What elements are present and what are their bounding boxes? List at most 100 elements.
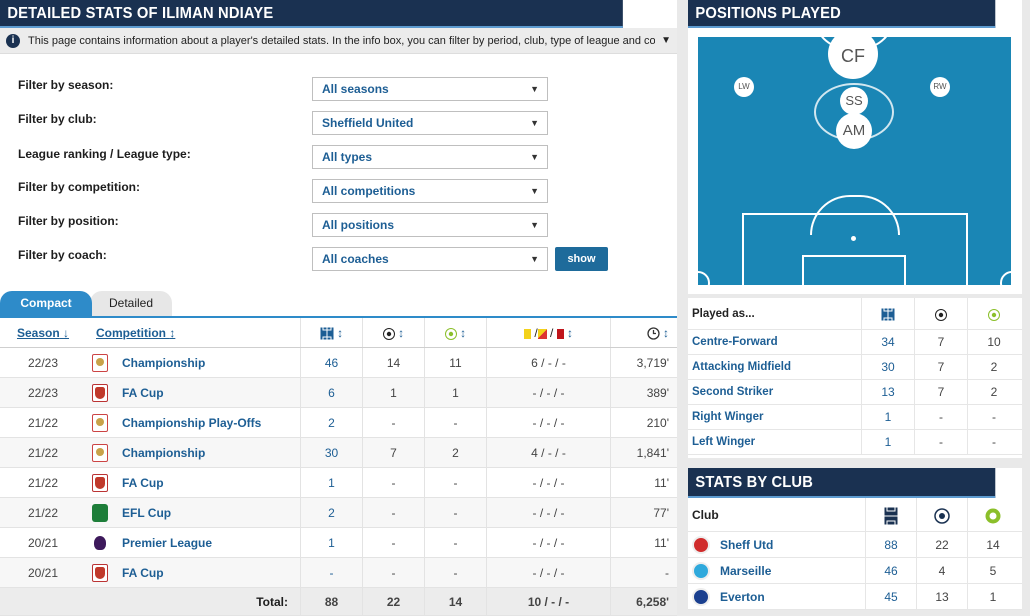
position-lw-badge: LW — [734, 77, 754, 97]
pitch-diagram: CF LW RW SS AM — [698, 37, 1011, 285]
tab-compact[interactable]: Compact — [0, 291, 92, 316]
apps-cell[interactable]: 2 — [300, 408, 362, 437]
position-name-link[interactable]: Centre-Forward — [688, 336, 861, 348]
competition-link[interactable]: EFL Cup — [122, 506, 171, 520]
position-name-link[interactable]: Right Winger — [688, 411, 861, 423]
apps-cell[interactable]: 30 — [300, 438, 362, 467]
fa-cup-logo-icon — [92, 383, 108, 402]
club-name-link[interactable]: Marseille — [688, 561, 865, 580]
season-cell: 21/22 — [27, 445, 59, 460]
apps-cell[interactable]: 1 — [300, 528, 362, 557]
filter-coach-value: All coaches — [322, 252, 389, 266]
appearances-header[interactable]: ↕ — [300, 318, 362, 347]
pitch-goal-box — [802, 255, 906, 285]
detailed-stats-panel: DETAILED STATS OF ILIMAN NDIAYE i This p… — [0, 0, 677, 616]
filter-season-value: All seasons — [322, 82, 389, 96]
chevron-down-icon: ▼ — [530, 186, 539, 196]
filter-position-select[interactable]: All positions ▼ — [312, 213, 548, 237]
played-as-table: Played as... Centre-Forward 34 7 10 Attackin… — [688, 298, 1022, 458]
competition-link[interactable]: Premier League — [122, 536, 212, 550]
total-goals: 22 — [362, 588, 424, 615]
filter-competition-value: All competitions — [322, 184, 416, 198]
assists-cell: 11 — [424, 348, 486, 377]
position-goals: 7 — [914, 355, 967, 379]
goals-cell: - — [362, 408, 424, 437]
competition-header[interactable]: Competition ↕ — [86, 326, 300, 340]
fa-cup-logo-icon — [92, 563, 108, 582]
apps-cell[interactable]: 1 — [300, 468, 362, 497]
apps-cell[interactable]: 46 — [300, 348, 362, 377]
competition-cell: FA Cup — [86, 563, 300, 582]
efl-cup-logo-icon — [92, 503, 108, 522]
position-name-link[interactable]: Attacking Midfield — [688, 361, 861, 373]
position-apps: 1 — [861, 405, 914, 429]
assist-icon — [985, 508, 1001, 524]
filter-club-select[interactable]: Sheffield United ▼ — [312, 111, 548, 135]
position-apps: 1 — [861, 430, 914, 454]
chevron-down-icon: ▼ — [530, 84, 539, 94]
stats-table: Season ↓ Competition ↕ ↕ ↕ ↕ / / ↕ ↕ 22/… — [0, 316, 677, 616]
pitch-penalty-spot — [851, 236, 856, 241]
competition-link[interactable]: Championship Play-Offs — [122, 416, 261, 430]
appearances-icon — [881, 308, 895, 322]
club-name: Everton — [720, 589, 765, 604]
right-column: POSITIONS PLAYED CF LW RW SS AM Played a… — [688, 0, 1022, 610]
club-name: Sheff Utd — [720, 537, 774, 552]
club-apps: 88 — [865, 532, 916, 557]
ball-icon — [935, 308, 947, 321]
goals-header[interactable]: ↕ — [362, 318, 424, 347]
competition-link[interactable]: FA Cup — [122, 566, 164, 580]
tab-detailed[interactable]: Detailed — [90, 291, 172, 316]
club-goals: 22 — [916, 532, 967, 557]
table-row: 22/23 Championship 46 14 11 6 / - / -3,719' — [0, 348, 677, 378]
ball-icon — [382, 327, 395, 340]
position-am-badge: AM — [836, 113, 872, 149]
assist-icon — [444, 327, 457, 340]
minutes-header[interactable]: ↕ — [610, 318, 677, 347]
filter-season-select[interactable]: All seasons ▼ — [312, 77, 548, 101]
goals-cell: 7 — [362, 438, 424, 467]
filter-coach-label: Filter by coach: — [18, 248, 107, 262]
filter-competition-select[interactable]: All competitions ▼ — [312, 179, 548, 203]
club-name-link[interactable]: Everton — [688, 587, 865, 606]
filter-coach-select[interactable]: All coaches ▼ — [312, 247, 548, 271]
position-row: Right Winger 1- - — [688, 405, 1022, 430]
cards-cell: 6 / - / - — [486, 348, 610, 377]
sort-icon: ↕ — [567, 326, 574, 340]
show-button[interactable]: show — [555, 247, 608, 271]
competition-link[interactable]: FA Cup — [122, 476, 164, 490]
season-header[interactable]: Season ↓ — [0, 326, 86, 340]
ball-icon — [934, 508, 950, 524]
cards-cell: 4 / - / - — [486, 438, 610, 467]
sort-icon: ↕ — [337, 326, 344, 340]
chevron-down-icon[interactable]: ▼ — [661, 35, 671, 46]
season-cell: 22/23 — [27, 355, 59, 370]
club-name-link[interactable]: Sheff Utd — [688, 535, 865, 554]
cards-header[interactable]: / / ↕ — [486, 318, 610, 347]
apps-cell[interactable]: - — [300, 558, 362, 587]
club-row: Marseille 46 4 5 — [688, 558, 1022, 584]
club-crest-icon — [692, 587, 710, 606]
page-title: DETAILED STATS OF ILIMAN NDIAYE — [0, 0, 623, 28]
position-name-link[interactable]: Second Striker — [688, 386, 861, 398]
position-row: Left Winger 1- - — [688, 430, 1022, 455]
cards-cell: - / - / - — [486, 498, 610, 527]
club-apps: 45 — [865, 584, 916, 609]
filter-league-type-select[interactable]: All types ▼ — [312, 145, 548, 169]
club-crest-icon — [692, 535, 710, 554]
apps-cell[interactable]: 6 — [300, 378, 362, 407]
assist-icon — [988, 308, 1000, 321]
competition-link[interactable]: Championship — [122, 356, 205, 370]
filter-league-type-value: All types — [322, 150, 373, 164]
competition-cell: Championship — [86, 443, 300, 462]
table-total-row: Total: 88 22 14 10 / - / - 6,258' — [0, 588, 677, 616]
info-box[interactable]: i This page contains information about a… — [0, 28, 677, 54]
competition-link[interactable]: FA Cup — [122, 386, 164, 400]
competition-link[interactable]: Championship — [122, 446, 205, 460]
goals-cell: - — [362, 558, 424, 587]
position-name-link[interactable]: Left Winger — [688, 436, 861, 448]
filter-position-label: Filter by position: — [18, 214, 119, 228]
filter-club-value: Sheffield United — [322, 116, 414, 130]
apps-cell[interactable]: 2 — [300, 498, 362, 527]
assists-header[interactable]: ↕ — [424, 318, 486, 347]
